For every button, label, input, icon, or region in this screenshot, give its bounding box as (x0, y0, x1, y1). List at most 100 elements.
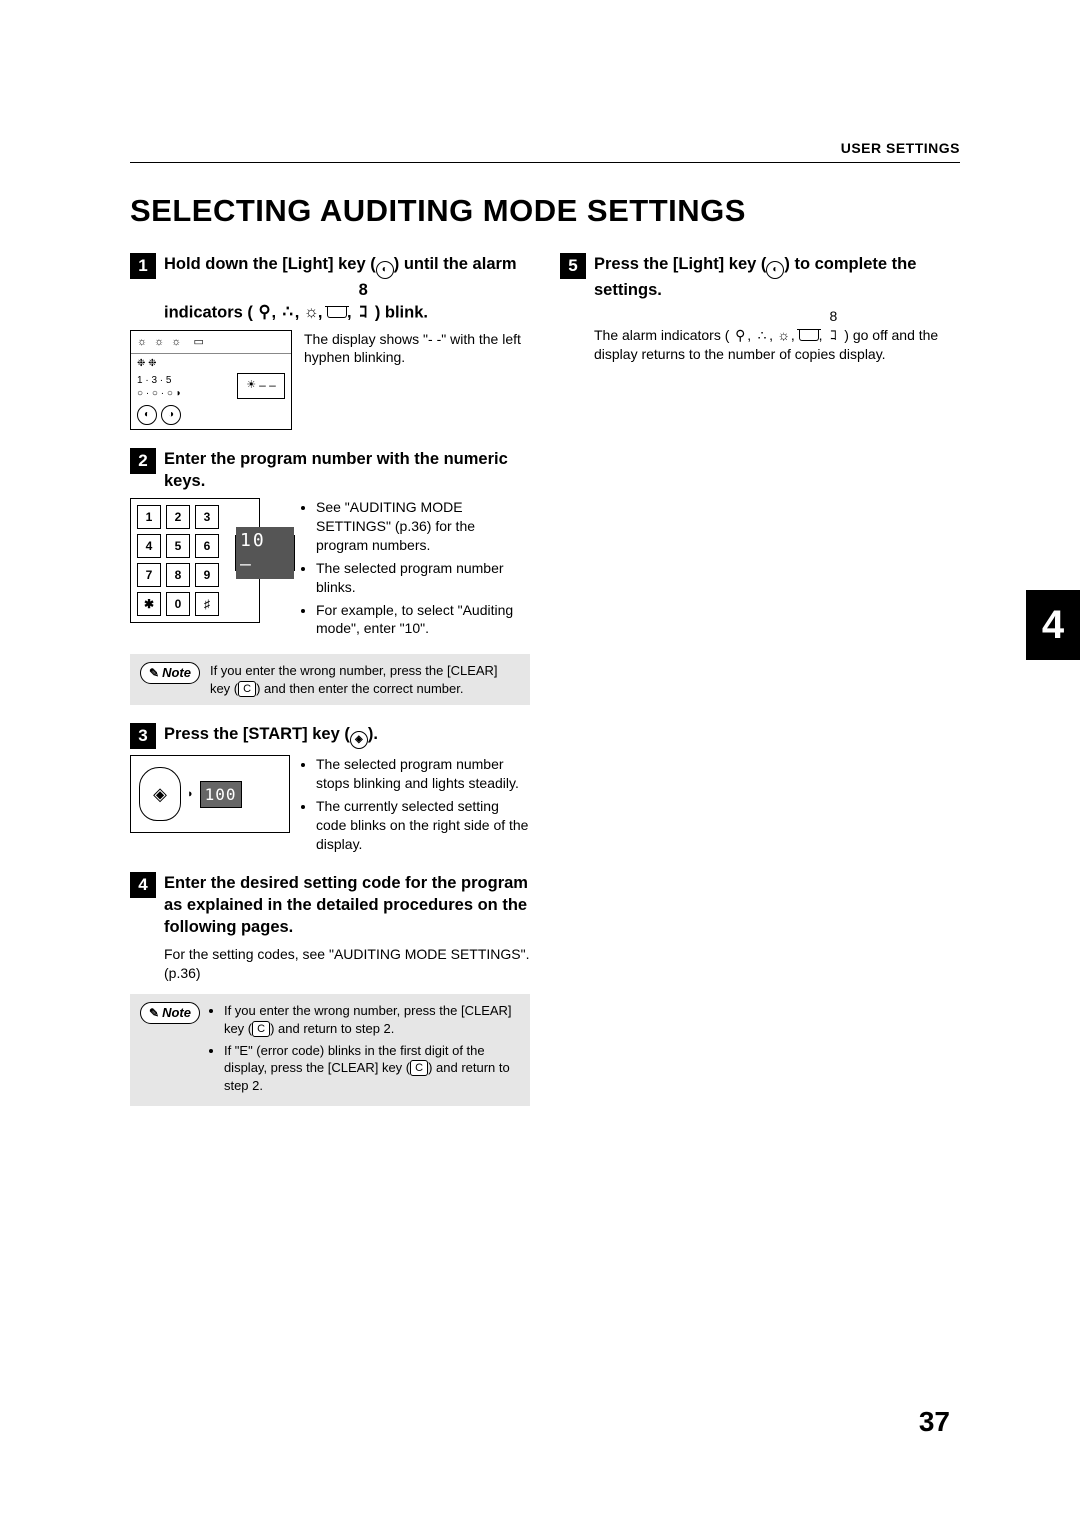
note-label: Note (140, 662, 200, 684)
panel-display: ☀– – (237, 373, 285, 399)
step-3-bullet-2: The currently selected setting code blin… (316, 797, 530, 854)
step-3-heading: Press the [START] key (◈). (164, 723, 378, 749)
tray-icon-2 (799, 330, 819, 341)
step-1-number: 1 (130, 253, 156, 279)
panel-bottom-buttons: ◐◑ (137, 405, 181, 425)
step-1-description: The display shows "- -" with the left hy… (304, 330, 530, 430)
step-5-number: 5 (560, 253, 586, 279)
section-header: USER SETTINGS (130, 140, 960, 156)
key-6: 6 (195, 534, 219, 558)
step-3-bullets: The selected program number stops blinki… (302, 755, 530, 853)
step-3-head-a: Press the [START] key ( (164, 725, 350, 743)
person-icon-2: ⚲ (733, 326, 747, 345)
step-1-body: ☼ ☼ ☼ ▭ ❉ ❉ 1 · 3 · 5 ○ · ○ · ○ ◗ ☀– – ◐◑… (130, 330, 530, 430)
key-7: 7 (137, 563, 161, 587)
step-2-note-text: If you enter the wrong number, press the… (210, 662, 520, 697)
key-hash: ♯ (195, 592, 219, 616)
key-9: 9 (195, 563, 219, 587)
start-button-diagram (139, 767, 181, 821)
step-1-illustration: ☼ ☼ ☼ ▭ ❉ ❉ 1 · 3 · 5 ○ · ○ · ○ ◗ ☀– – ◐◑ (130, 330, 292, 430)
control-panel-diagram: ☼ ☼ ☼ ▭ ❉ ❉ 1 · 3 · 5 ○ · ○ · ○ ◗ ☀– – ◐◑ (130, 330, 292, 430)
led-icon: ◗ (187, 787, 194, 802)
step-2-illustration: 1 2 3 4 5 6 7 8 9 ✱ 0 ♯ (130, 498, 290, 642)
numeric-keypad-diagram: 1 2 3 4 5 6 7 8 9 ✱ 0 ♯ (130, 498, 260, 623)
panel-top-indicators: ☼ ☼ ☼ ▭ (131, 331, 291, 355)
key-5: 5 (166, 534, 190, 558)
step-5-heading: Press the [Light] key (◐) to complete th… (594, 253, 960, 301)
content-columns: 1 Hold down the [Light] key (◐) until th… (130, 247, 960, 1106)
header-rule (130, 162, 960, 163)
keypad-display: 10 – (235, 535, 295, 571)
step-2-note-b: ) and then enter the correct number. (256, 681, 463, 696)
chapter-tab: 4 (1026, 590, 1080, 660)
step-2-bullet-3: For example, to select "Auditing mode", … (316, 601, 530, 639)
step-2-header: 2 Enter the program number with the nume… (130, 448, 530, 493)
start-panel-diagram: ◗ 100 (130, 755, 290, 833)
step-4-header: 4 Enter the desired setting code for the… (130, 872, 530, 939)
key-8: 8 (166, 563, 190, 587)
step-1-heading: Hold down the [Light] key (◐) until the … (164, 253, 530, 324)
step-5-head-a: Press the [Light] key ( (594, 255, 766, 273)
step-4-note-bullet-2: If "E" (error code) blinks in the first … (224, 1042, 520, 1095)
step-2-bullets: See "AUDITING MODE SETTINGS" (p.36) for … (302, 498, 530, 638)
key-2: 2 (166, 505, 190, 529)
step-1-header: 1 Hold down the [Light] key (◐) until th… (130, 253, 530, 324)
dark-button-icon: ◑ (161, 405, 181, 425)
step-2-bullet-1: See "AUDITING MODE SETTINGS" (p.36) for … (316, 498, 530, 555)
step-4-note-1b: ) and return to step 2. (270, 1021, 394, 1036)
step-4-note-text: If you enter the wrong number, press the… (210, 1002, 520, 1098)
key-3: 3 (195, 505, 219, 529)
step-3-bullet-1: The selected program number stops blinki… (316, 755, 530, 793)
step-3-number: 3 (130, 723, 156, 749)
step-5-header: 5 Press the [Light] key (◐) to complete … (560, 253, 960, 301)
step-3-head-b: ). (368, 725, 378, 743)
person-icon: ⚲ (258, 301, 272, 323)
key-4: 4 (137, 534, 161, 558)
panel-range: ○ · ○ · ○ ◗ (137, 388, 182, 399)
step-4-note: Note If you enter the wrong number, pres… (130, 994, 530, 1106)
wave-icon-2: 8ｺ (826, 307, 840, 345)
panel-dots: 1 · 3 · 5 (137, 375, 171, 386)
step-1-head-c: ) blink. (375, 303, 428, 321)
keypad-grid: 1 2 3 4 5 6 7 8 9 ✱ 0 ♯ (137, 505, 229, 616)
step-3-header: 3 Press the [START] key (◈). (130, 723, 530, 749)
clear-key-icon-3: C (410, 1060, 428, 1076)
sun-icon-2: ☼ (777, 326, 791, 345)
tray-icon (327, 307, 347, 318)
dots-icon-2: ∴ (755, 326, 769, 345)
display-sun-icon: ☀ (246, 378, 256, 393)
clear-key-icon-2: C (252, 1021, 270, 1037)
manual-page: USER SETTINGS SELECTING AUDITING MODE SE… (0, 0, 1080, 1528)
step-2-bullet-2: The selected program number blinks. (316, 559, 530, 597)
dots-icon: ∴ (281, 301, 295, 323)
step-5-para-a: The alarm indicators ( (594, 327, 729, 343)
start-display-value: 100 (200, 781, 242, 809)
right-column: 5 Press the [Light] key (◐) to complete … (560, 247, 960, 1106)
wave-icon: 8ｺ (356, 279, 370, 324)
light-key-icon: ◐ (376, 261, 394, 279)
step-5-para: The alarm indicators ( ⚲, ∴, ☼, , 8ｺ ) g… (594, 307, 960, 364)
clear-key-icon: C (238, 681, 256, 697)
start-key-icon: ◈ (350, 731, 368, 749)
step-3-body: ◗ 100 The selected program number stops … (130, 755, 530, 857)
step-2-heading: Enter the program number with the numeri… (164, 448, 530, 493)
page-number: 37 (919, 1406, 950, 1438)
key-1: 1 (137, 505, 161, 529)
step-3-illustration: ◗ 100 (130, 755, 290, 857)
page-title: SELECTING AUDITING MODE SETTINGS (130, 193, 960, 229)
step-4-para: For the setting codes, see "AUDITING MOD… (164, 945, 530, 983)
step-4-number: 4 (130, 872, 156, 898)
light-button-icon: ◐ (137, 405, 157, 425)
step-1-head-a: Hold down the [Light] key ( (164, 255, 376, 273)
display-value: – – (259, 377, 276, 393)
step-3-text: The selected program number stops blinki… (302, 755, 530, 857)
step-4-note-bullet-1: If you enter the wrong number, press the… (224, 1002, 520, 1037)
sun-icon: ☼ (304, 301, 318, 323)
key-0: 0 (166, 592, 190, 616)
note-label-2: Note (140, 1002, 200, 1024)
panel-mid-row: ❉ ❉ (131, 354, 291, 374)
step-2-text: See "AUDITING MODE SETTINGS" (p.36) for … (302, 498, 530, 642)
step-2-body: 1 2 3 4 5 6 7 8 9 ✱ 0 ♯ (130, 498, 530, 642)
key-star: ✱ (137, 592, 161, 616)
left-column: 1 Hold down the [Light] key (◐) until th… (130, 247, 530, 1106)
